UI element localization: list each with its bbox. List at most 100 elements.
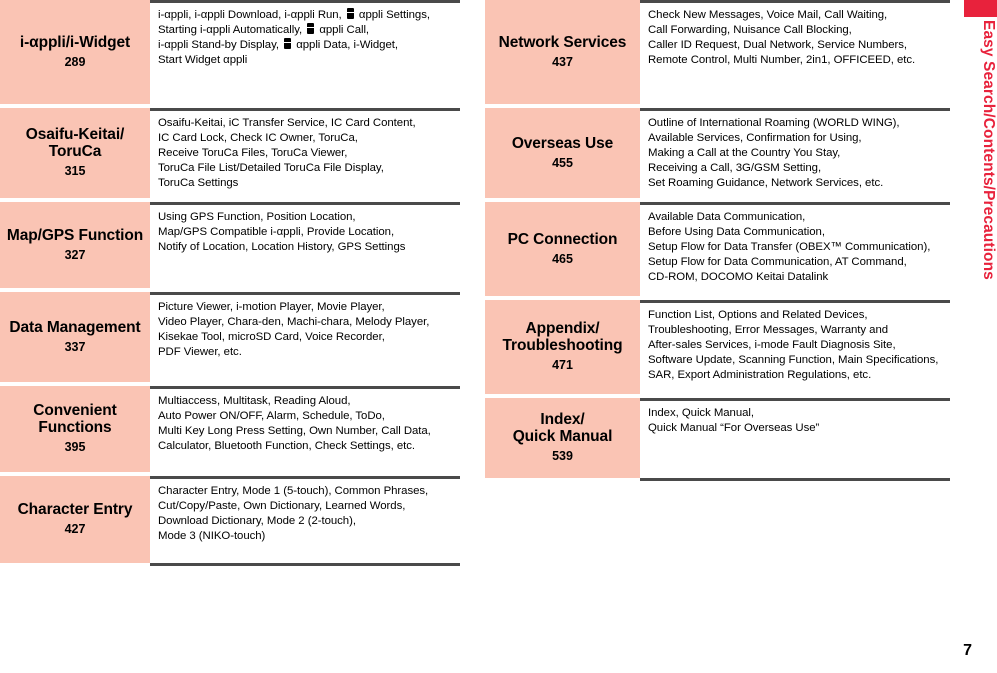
category-cell[interactable]: Map/GPS Function 327: [0, 202, 150, 288]
description-line: Available Data Communication,: [648, 211, 806, 223]
category-title: Appendix/Troubleshooting: [502, 320, 623, 354]
category-page-number: 471: [552, 358, 573, 372]
category-cell[interactable]: Convenient Functions 395: [0, 386, 150, 472]
contents-row[interactable]: Character Entry 427 Character Entry, Mode …: [0, 476, 460, 563]
category-cell[interactable]: i-αppli/i-Widget 289: [0, 0, 150, 104]
description-cell: Osaifu-Keitai, iC Transfer Service, IC C…: [150, 108, 460, 198]
description-line: Setup Flow for Data Transfer (OBEX™ Comm…: [648, 241, 931, 254]
description-line: SAR, Export Administration Regulations, …: [648, 369, 872, 382]
category-page-number: 539: [552, 449, 573, 463]
category-title: Data Management: [9, 318, 141, 336]
description-line: Osaifu-Keitai, iC Transfer Service, IC C…: [158, 117, 416, 129]
description-line: Before Using Data Communication,: [648, 226, 825, 239]
description-line: Notify of Location, Location History, GP…: [158, 241, 406, 254]
description-line: i-αppli, i-αppli Download, i-αppli Run, …: [158, 8, 430, 21]
contents-row[interactable]: Osaifu-Keitai/ToruCa 315 Osaifu-Keitai, iC…: [0, 108, 460, 198]
side-tab[interactable]: Easy Search/Contents/Precautions: [961, 0, 997, 330]
contents-row[interactable]: PC Connection 465 Available Data Communica…: [485, 202, 950, 296]
category-title: Map/GPS Function: [6, 226, 144, 244]
description-cell: Function List, Options and Related Devic…: [640, 300, 950, 394]
contents-row[interactable]: Index/Quick Manual 539 Index, Quick Manual…: [485, 398, 950, 478]
contents-page: i-αppli/i-Widget 289 i-αppli, i-αppli Down…: [0, 0, 997, 673]
contents-column-right: Network Services 437 Check New Messages, V…: [485, 0, 950, 481]
category-cell[interactable]: Network Services 437: [485, 0, 640, 104]
description-line: ToruCa File List/Detailed ToruCa File Di…: [158, 162, 384, 175]
description-line: Kisekae Tool, microSD Card, Voice Record…: [158, 331, 385, 344]
description-line: Video Player, Chara-den, Machi-chara, Me…: [158, 316, 430, 329]
description-cell: Multiaccess, Multitask, Reading Aloud, Au…: [150, 386, 460, 472]
description-cell: Using GPS Function, Position Location, Ma…: [150, 202, 460, 288]
table-bottom-rule: [150, 563, 460, 566]
description-line: Quick Manual “For Overseas Use”: [648, 422, 820, 435]
side-tab-marker: [964, 0, 997, 17]
description-line: CD-ROM, DOCOMO Keitai Datalink: [648, 271, 829, 284]
category-cell[interactable]: PC Connection 465: [485, 202, 640, 296]
category-page-number: 327: [64, 247, 86, 262]
description-line: Using GPS Function, Position Location,: [158, 211, 356, 223]
appli-glyph-icon: [346, 8, 354, 19]
appli-glyph-icon: [307, 23, 315, 35]
appli-glyph-icon: [284, 38, 292, 50]
contents-row[interactable]: Convenient Functions 395 Multiaccess, Multi…: [0, 386, 460, 472]
description-line: Available Services, Confirmation for Usi…: [648, 132, 862, 145]
category-page-number: 289: [64, 54, 86, 69]
category-cell[interactable]: Character Entry 427: [0, 476, 150, 563]
description-line: Receive ToruCa Files, ToruCa Viewer,: [158, 147, 348, 160]
description-line: Set Roaming Guidance, Network Services, …: [648, 177, 884, 190]
side-tab-label: Easy Search/Contents/Precautions: [980, 20, 997, 280]
category-page-number: 465: [552, 251, 573, 266]
description-line: Picture Viewer, i-motion Player, Movie P…: [158, 301, 385, 313]
table-bottom-rule: [640, 478, 950, 481]
description-line: Calculator, Bluetooth Function, Check Se…: [158, 440, 415, 453]
description-line: Start Widget αppli: [158, 54, 248, 67]
description-line: Auto Power ON/OFF, Alarm, Schedule, ToDo…: [158, 410, 385, 423]
description-cell: Character Entry, Mode 1 (5-touch), Commo…: [150, 476, 460, 563]
description-line: Starting i-αppli Automatically, αppli Ca…: [158, 23, 370, 37]
description-line: Troubleshooting, Error Messages, Warrant…: [648, 324, 889, 337]
description-line: Setup Flow for Data Communication, AT Co…: [648, 256, 907, 269]
description-line: IC Card Lock, Check IC Owner, ToruCa,: [158, 132, 358, 145]
contents-row[interactable]: Data Management 337 Picture Viewer, i-moti…: [0, 292, 460, 382]
page-number: 7: [963, 642, 972, 659]
category-page-number: 395: [64, 440, 86, 454]
description-line: Mode 3 (NIKO-touch): [158, 530, 266, 543]
category-title: Index/Quick Manual: [512, 411, 613, 445]
contents-row[interactable]: Overseas Use 455 Outline of International …: [485, 108, 950, 198]
description-line: Index, Quick Manual,: [648, 407, 754, 419]
contents-row[interactable]: Appendix/Troubleshooting 471 Function List…: [485, 300, 950, 394]
contents-column-left: i-αppli/i-Widget 289 i-αppli, i-αppli Down…: [0, 0, 460, 566]
description-line: ToruCa Settings: [158, 177, 239, 190]
description-cell: i-αppli, i-αppli Download, i-αppli Run, …: [150, 0, 460, 104]
description-line: Check New Messages, Voice Mail, Call Wai…: [648, 9, 888, 21]
description-line: Call Forwarding, Nuisance Call Blocking,: [648, 24, 852, 37]
category-cell[interactable]: Overseas Use 455: [485, 108, 640, 198]
contents-row[interactable]: Map/GPS Function 327 Using GPS Function, P…: [0, 202, 460, 288]
category-title: i-αppli/i-Widget: [19, 33, 131, 51]
category-page-number: 455: [552, 155, 573, 170]
category-title: Overseas Use: [511, 134, 614, 152]
contents-row[interactable]: Network Services 437 Check New Messages, V…: [485, 0, 950, 104]
description-line: Multiaccess, Multitask, Reading Aloud,: [158, 395, 351, 407]
description-line: Caller ID Request, Dual Network, Service…: [648, 39, 907, 52]
description-line: Remote Control, Multi Number, 2in1, OFFI…: [648, 54, 916, 67]
category-page-number: 337: [64, 339, 86, 354]
description-line: Character Entry, Mode 1 (5-touch), Commo…: [158, 485, 429, 497]
contents-row[interactable]: i-αppli/i-Widget 289 i-αppli, i-αppli Down…: [0, 0, 460, 104]
category-cell[interactable]: Osaifu-Keitai/ToruCa 315: [0, 108, 150, 198]
category-cell[interactable]: Appendix/Troubleshooting 471: [485, 300, 640, 394]
category-title: Convenient Functions: [33, 402, 117, 436]
description-line: Download Dictionary, Mode 2 (2-touch),: [158, 515, 356, 528]
category-cell[interactable]: Data Management 337: [0, 292, 150, 382]
description-cell: Outline of International Roaming (WORLD …: [640, 108, 950, 198]
category-cell[interactable]: Index/Quick Manual 539: [485, 398, 640, 478]
description-cell: Available Data Communication, Before Usin…: [640, 202, 950, 296]
description-line: PDF Viewer, etc.: [158, 346, 242, 359]
description-line: Outline of International Roaming (WORLD …: [648, 117, 900, 129]
category-title: Network Services: [498, 33, 627, 51]
description-line: Map/GPS Compatible i-αppli, Provide Loca…: [158, 226, 395, 239]
description-line: Function List, Options and Related Devic…: [648, 309, 868, 321]
category-title: PC Connection: [507, 230, 618, 248]
description-line: Making a Call at the Country You Stay,: [648, 147, 841, 160]
description-cell: Index, Quick Manual, Quick Manual “For Ov…: [640, 398, 950, 478]
description-cell: Check New Messages, Voice Mail, Call Wai…: [640, 0, 950, 104]
